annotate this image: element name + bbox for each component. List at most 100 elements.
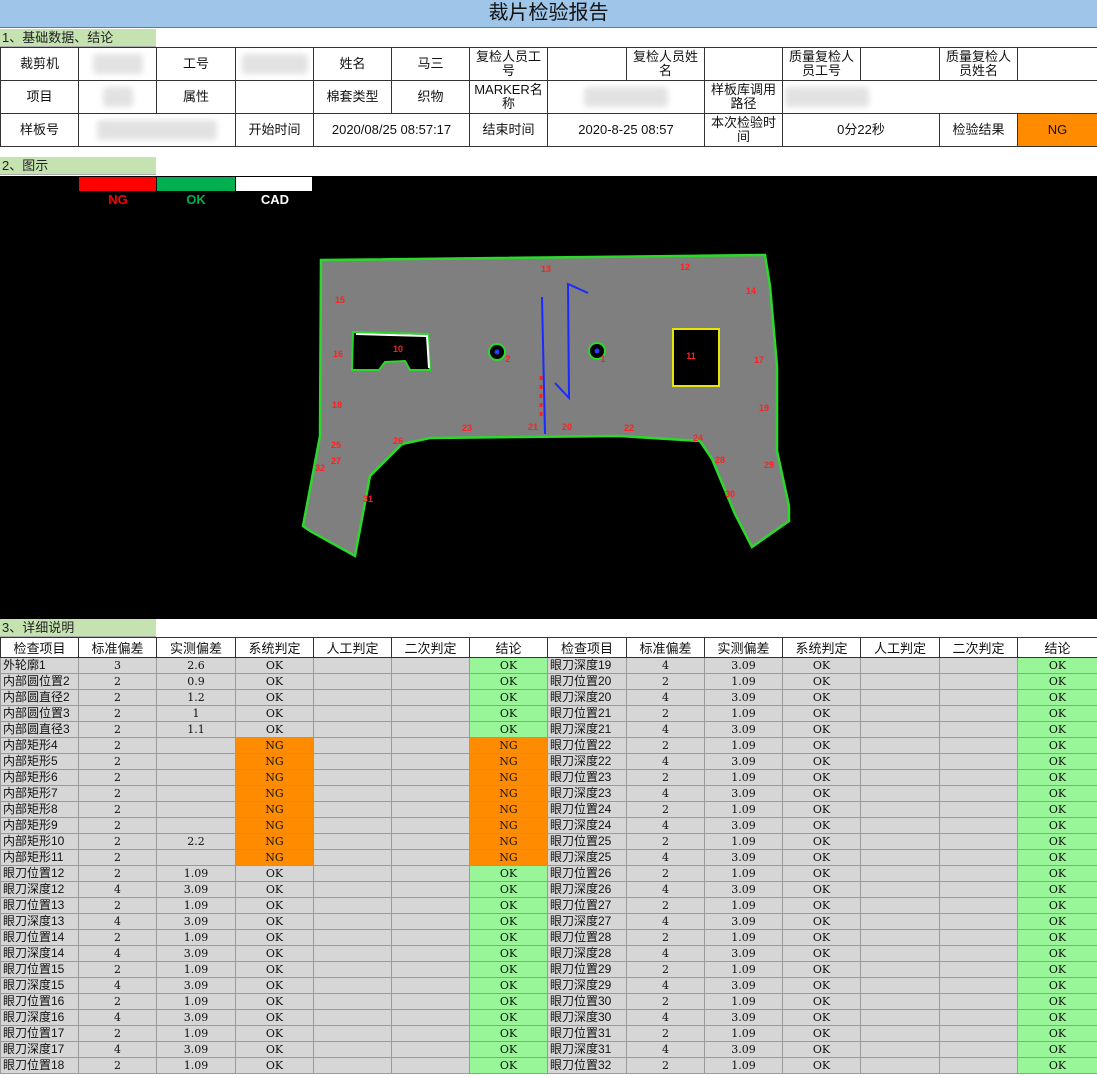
- check-item: 内部矩形9: [0, 817, 79, 834]
- table-row: 内部圆位置3 2 1 OK OK 眼刀位置21 2 1.09 OK OK: [0, 705, 1097, 722]
- system-judgement: OK: [782, 657, 861, 674]
- system-judgement: OK: [782, 689, 861, 706]
- measured-deviation: 1.09: [704, 801, 783, 818]
- legend-ok-label: OK: [186, 192, 206, 207]
- second-judgement: [391, 817, 470, 834]
- measured-deviation: 1.09: [156, 929, 236, 946]
- conclusion: OK: [1017, 881, 1097, 898]
- system-judgement: OK: [782, 785, 861, 802]
- system-judgement: OK: [235, 881, 314, 898]
- second-judgement: [939, 897, 1018, 914]
- measured-deviation: 0.9: [156, 673, 236, 690]
- standard-deviation: 4: [626, 977, 705, 994]
- standard-deviation: 2: [626, 705, 705, 722]
- conclusion: OK: [469, 689, 548, 706]
- manual-judgement: [313, 1009, 392, 1026]
- measured-deviation: 3.09: [704, 849, 783, 866]
- legend-cad-swatch: [236, 177, 312, 191]
- second-judgement: [939, 689, 1018, 706]
- standard-deviation: 2: [626, 673, 705, 690]
- conclusion: OK: [1017, 1009, 1097, 1026]
- check-item: 内部矩形4: [0, 737, 79, 754]
- system-judgement: NG: [235, 753, 314, 770]
- system-judgement: OK: [235, 1041, 314, 1058]
- manual-judgement: [313, 769, 392, 786]
- manual-judgement: [313, 801, 392, 818]
- standard-deviation: 4: [626, 689, 705, 706]
- standard-deviation: 2: [626, 801, 705, 818]
- second-judgement: [391, 913, 470, 930]
- conclusion: OK: [1017, 833, 1097, 850]
- check-item: 眼刀深度21: [547, 721, 627, 738]
- check-item: 眼刀深度28: [547, 945, 627, 962]
- standard-deviation: 4: [78, 945, 157, 962]
- system-judgement: OK: [235, 961, 314, 978]
- manual-judgement: [860, 657, 940, 674]
- check-item: 眼刀深度12: [0, 881, 79, 898]
- measured-deviation: 3.09: [156, 1041, 236, 1058]
- conclusion: OK: [1017, 769, 1097, 786]
- second-judgement: [939, 737, 1018, 754]
- check-item: 眼刀位置12: [0, 865, 79, 882]
- system-judgement: NG: [235, 817, 314, 834]
- piece-label: 10: [393, 344, 403, 354]
- check-item: 内部圆位置2: [0, 673, 79, 690]
- report-title: 裁片检验报告: [0, 0, 1097, 28]
- detail-header-cell: 结论: [469, 637, 548, 658]
- manual-judgement: [313, 785, 392, 802]
- standard-deviation: 2: [626, 1057, 705, 1074]
- system-judgement: OK: [782, 849, 861, 866]
- manual-judgement: [313, 657, 392, 674]
- check-item: 眼刀位置15: [0, 961, 79, 978]
- manual-judgement: [860, 865, 940, 882]
- measured-deviation: 3.09: [704, 721, 783, 738]
- check-item: 眼刀位置21: [547, 705, 627, 722]
- standard-deviation: 2: [78, 721, 157, 738]
- manual-judgement: [860, 705, 940, 722]
- conclusion: NG: [469, 785, 548, 802]
- table-row: 内部矩形4 2 NG NG 眼刀位置22 2 1.09 OK OK: [0, 737, 1097, 754]
- manual-judgement: [313, 737, 392, 754]
- second-judgement: [391, 753, 470, 770]
- conclusion: OK: [469, 1041, 548, 1058]
- manual-judgement: [860, 881, 940, 898]
- standard-deviation: 2: [78, 785, 157, 802]
- machine-value: [78, 47, 157, 81]
- check-item: 眼刀深度16: [0, 1009, 79, 1026]
- piece-label: 22: [624, 423, 634, 433]
- piece-label: 24: [693, 433, 703, 443]
- conclusion: NG: [469, 801, 548, 818]
- piece-label: 17: [754, 355, 764, 365]
- section-diagram: 2、图示: [0, 157, 156, 175]
- measured-deviation: 3.09: [704, 753, 783, 770]
- second-judgement: [939, 769, 1018, 786]
- check-item: 眼刀深度30: [547, 1009, 627, 1026]
- table-row: 内部圆直径2 2 1.2 OK OK 眼刀深度20 4 3.09 OK OK: [0, 689, 1097, 706]
- measured-deviation: 3.09: [156, 945, 236, 962]
- second-judgement: [391, 929, 470, 946]
- second-judgement: [391, 689, 470, 706]
- detail-header-cell: 二次判定: [939, 637, 1018, 658]
- conclusion: OK: [1017, 689, 1097, 706]
- table-row: 眼刀位置16 2 1.09 OK OK 眼刀位置30 2 1.09 OK OK: [0, 993, 1097, 1010]
- system-judgement: OK: [235, 1025, 314, 1042]
- standard-deviation: 4: [626, 721, 705, 738]
- system-judgement: OK: [235, 897, 314, 914]
- system-judgement: OK: [782, 897, 861, 914]
- piece-label: 15: [335, 295, 345, 305]
- measured-deviation: 1.09: [704, 737, 783, 754]
- check-item: 眼刀位置17: [0, 1025, 79, 1042]
- second-judgement: [939, 785, 1018, 802]
- table-row: 眼刀位置12 2 1.09 OK OK 眼刀位置26 2 1.09 OK OK: [0, 865, 1097, 882]
- system-judgement: NG: [235, 849, 314, 866]
- conclusion: OK: [1017, 945, 1097, 962]
- manual-judgement: [313, 689, 392, 706]
- manual-judgement: [313, 897, 392, 914]
- standard-deviation: 4: [626, 657, 705, 674]
- second-judgement: [391, 801, 470, 818]
- detail-header-cell: 标准偏差: [626, 637, 705, 658]
- marker-value: [547, 80, 705, 114]
- system-judgement: OK: [235, 689, 314, 706]
- manual-judgement: [313, 977, 392, 994]
- system-judgement: OK: [782, 977, 861, 994]
